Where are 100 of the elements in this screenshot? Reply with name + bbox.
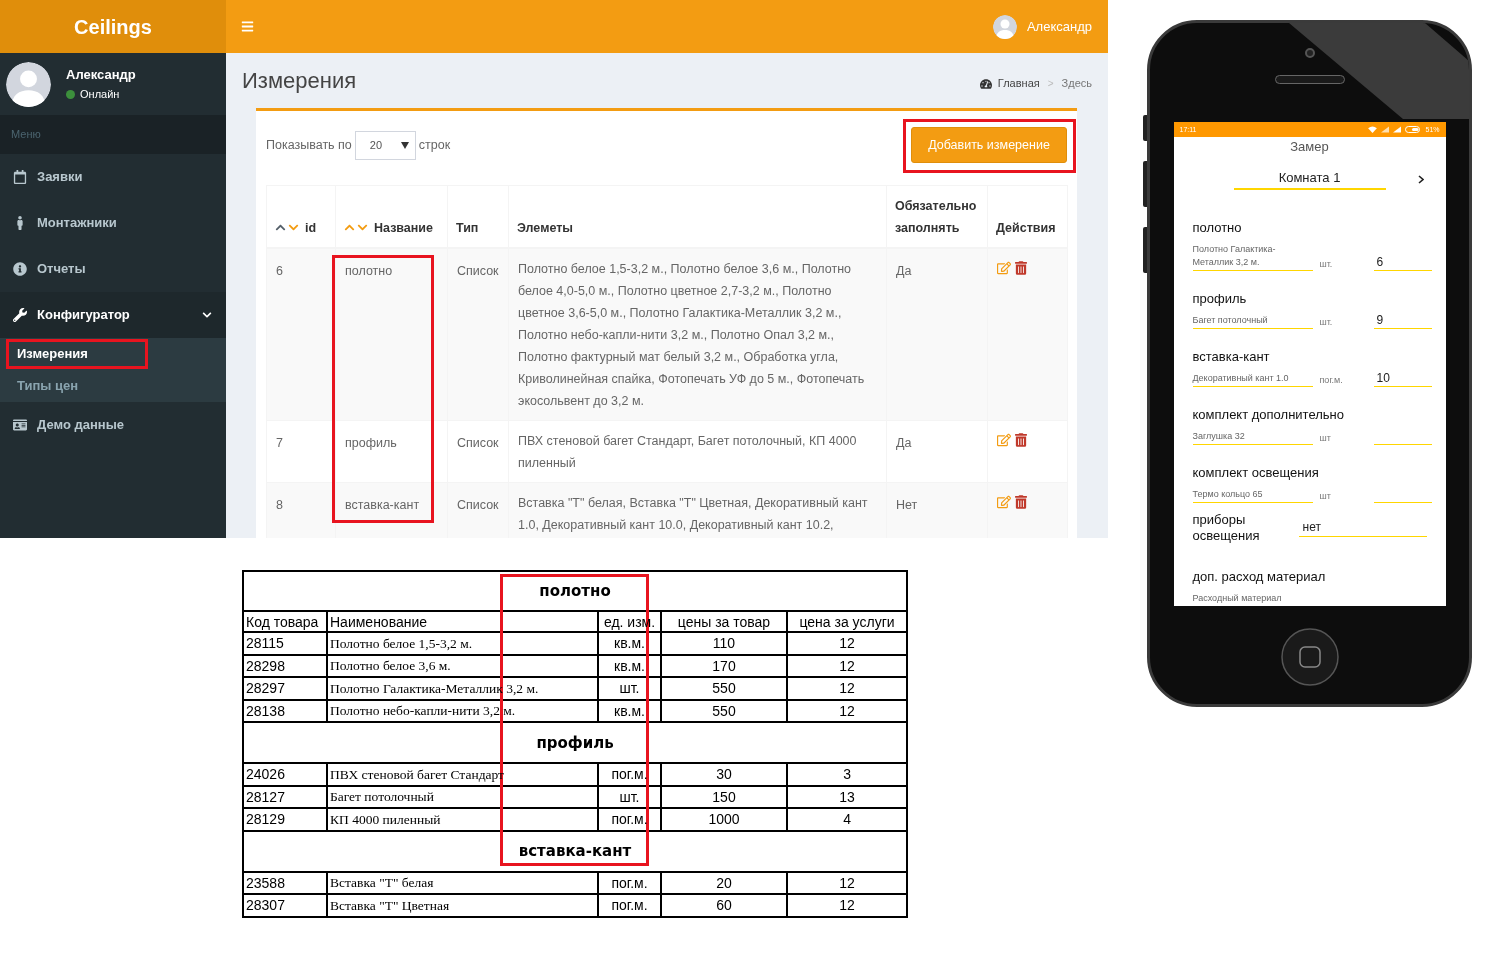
item-field[interactable]: Декоративный кант 1.0 — [1192, 372, 1313, 387]
unit: кв.м. — [614, 635, 645, 652]
measurement-type: Список — [457, 497, 499, 512]
page-size-label: Показывать по — [266, 136, 352, 154]
item-field[interactable]: Термо кольцо 65 — [1192, 488, 1313, 503]
menu-header: Меню — [0, 115, 226, 154]
menu-toggle[interactable] — [240, 19, 254, 34]
item-field[interactable]: Заглушка 32 — [1192, 430, 1313, 445]
required-value: Нет — [896, 497, 918, 512]
unit-label: шт — [1319, 432, 1332, 445]
wifi-icon — [1368, 126, 1378, 133]
trash-icon[interactable] — [1015, 432, 1027, 447]
menu-icon — [240, 20, 254, 33]
quantity-field[interactable]: 10 — [1373, 372, 1432, 387]
quantity-field[interactable]: 6 — [1373, 256, 1432, 271]
breadcrumb-link[interactable]: Главная — [997, 75, 1040, 92]
home-button[interactable] — [1280, 628, 1339, 686]
submenu-item[interactable]: Измерения — [0, 338, 226, 370]
product-code: 23588 — [246, 874, 285, 891]
room-selector[interactable]: Комната 1 — [1233, 168, 1386, 190]
product-code: 24026 — [246, 766, 285, 783]
select-field[interactable]: нет — [1298, 519, 1427, 537]
user-name: Александр — [66, 67, 136, 83]
measurement-type: Список — [457, 263, 499, 278]
item-field[interactable]: Расходный материал — [1192, 592, 1313, 606]
trash-icon[interactable] — [1015, 260, 1027, 275]
column-header[interactable]: id — [305, 216, 317, 239]
sidebar-item[interactable]: Конфигуратор — [0, 292, 226, 338]
product-name: Вставка "Т" белая — [330, 875, 434, 891]
unit-label: шт — [1319, 490, 1332, 503]
elements-list: Полотно белое 1,5-3,2 м., Полотно белое 3,6 м., Полотно белое 4,0-5,0 м., Полотно цветное 2,7-3,2 м., Полотно цветное 3,6-5,0 м., Полотно Галактика-Металлик 3,2 м., Полотно небо-капли-нити 3,2 м., Полотно Опал 3,2 м., Полотно фактурный мат белый 3,2 м., Обработка угла, Криволинейная спайка, Фотопечать УФ до 5 м., Фотопечать экосольвент до 3,2 м. — [518, 257, 877, 412]
sort-ascending-icon[interactable] — [275, 222, 286, 233]
product-name: КП 4000 пиленный — [330, 811, 441, 827]
product-name: Полотно небо-капли-нити 3,2 м. — [330, 703, 516, 719]
item-field[interactable]: Багет потолочный — [1192, 314, 1313, 329]
product-code: 28115 — [246, 635, 284, 652]
trash-icon[interactable] — [1015, 494, 1027, 509]
service-price: 12 — [839, 897, 855, 914]
group-heading: полотно — [539, 582, 611, 600]
sidebar-item[interactable]: Монтажники — [0, 200, 226, 246]
wrench-icon — [13, 308, 27, 322]
product-price: 20 — [716, 874, 732, 891]
unit: кв.м. — [614, 657, 645, 674]
product-code: 28127 — [246, 788, 285, 805]
service-price: 13 — [839, 788, 855, 805]
measurement-name: вставка-кант — [345, 497, 420, 512]
product-price: 1000 — [708, 811, 740, 828]
unit: пог.м. — [611, 897, 648, 914]
column-header: Элеметы — [517, 219, 573, 237]
product-price: 550 — [712, 702, 736, 719]
submenu-item[interactable]: Типы цен — [0, 370, 226, 402]
group-heading: профиль — [536, 733, 614, 752]
chevron-right-icon[interactable] — [1417, 174, 1424, 184]
product-name: Полотно белое 1,5-3,2 м. — [330, 635, 473, 651]
unit: пог.м. — [611, 874, 648, 891]
page-title: Измерения — [242, 66, 357, 95]
info-icon — [13, 262, 27, 276]
product-price: 150 — [712, 788, 736, 805]
unit-label: шт. — [1319, 258, 1334, 271]
section-title: полотно — [1192, 220, 1243, 236]
measurement-name: полотно — [345, 263, 393, 278]
column-header: Обязательно заполнять — [895, 197, 978, 237]
service-price: 12 — [839, 680, 855, 697]
sidebar-item[interactable]: Демо данные — [0, 402, 226, 448]
gauge-icon — [979, 77, 992, 90]
service-price: 12 — [839, 702, 855, 719]
service-price: 12 — [839, 874, 855, 891]
product-price: 30 — [716, 766, 732, 783]
avatar-icon — [992, 14, 1017, 39]
caret-down-icon — [400, 141, 409, 149]
product-price: 60 — [716, 897, 732, 914]
section-title: комплект дополнительно — [1192, 407, 1345, 423]
section-title: доп. расход материал — [1192, 569, 1327, 585]
product-code: 28297 — [246, 680, 285, 697]
required-value: Да — [896, 263, 912, 278]
elements-list: Вставка "Т" белая, Вставка "Т" Цветная, Декоративный кант 1.0, Декоративный кант 10.0, Декоративный кант 10.2, — [518, 491, 877, 536]
screen-title: Замер — [1289, 138, 1330, 156]
service-price: 4 — [843, 811, 851, 828]
column-header: Код товара — [246, 613, 319, 630]
unit: шт. — [619, 788, 640, 805]
sort-descending-icon[interactable] — [357, 222, 368, 233]
row-id: 6 — [276, 263, 283, 278]
section-title: комплект освещения — [1192, 465, 1320, 481]
product-price: 110 — [712, 635, 736, 652]
front-camera — [1304, 48, 1315, 58]
row-id: 8 — [276, 497, 283, 512]
page-size-select[interactable]: 20 — [354, 130, 416, 160]
product-price: 550 — [712, 680, 736, 697]
user-status: Онлайн — [80, 88, 120, 101]
product-name: Багет потолочный — [330, 789, 434, 805]
service-price: 12 — [839, 657, 855, 674]
column-header[interactable]: Название — [374, 216, 433, 239]
quantity-field[interactable]: 9 — [1373, 314, 1432, 329]
sidebar-item[interactable]: Заявки — [0, 154, 226, 200]
item-field[interactable]: Полотно Галактика-Металлик 3,2 м. — [1192, 243, 1313, 271]
product-code: 28129 — [246, 811, 285, 828]
product-price: 170 — [712, 657, 736, 674]
service-price: 3 — [843, 766, 851, 783]
row-id: 7 — [276, 435, 283, 450]
sidebar-item[interactable]: Отчеты — [0, 246, 226, 292]
